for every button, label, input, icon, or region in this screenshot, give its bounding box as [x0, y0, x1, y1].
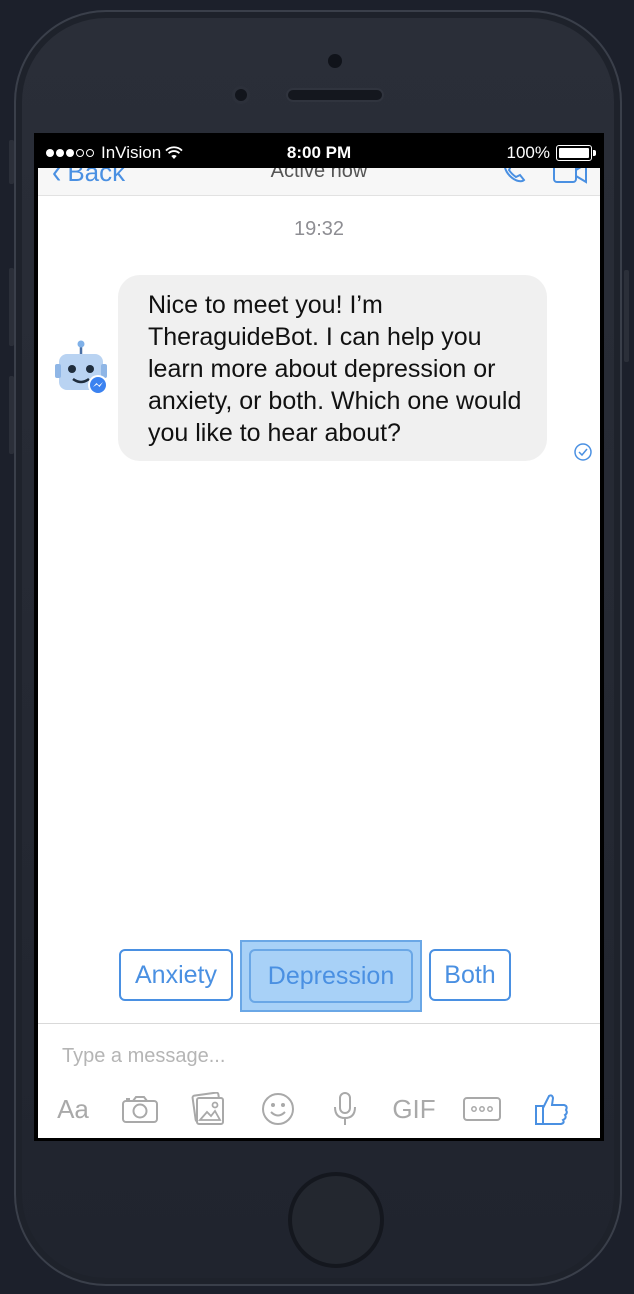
video-call-icon[interactable] [552, 168, 588, 186]
message-composer: Aa [38, 1023, 600, 1138]
power-button [624, 270, 629, 362]
thumbs-up-icon [535, 1094, 568, 1125]
gallery-icon [191, 1092, 224, 1125]
quick-reply-anxiety-label: Anxiety [135, 960, 217, 989]
bot-avatar-icon [55, 340, 108, 395]
message-input[interactable] [62, 1038, 562, 1074]
camera-icon [122, 1096, 158, 1123]
battery-icon [556, 145, 596, 161]
composer-toolbar: Aa GIF [38, 1086, 600, 1132]
gif-label: GIF [392, 1093, 436, 1124]
volume-up-button [9, 268, 14, 346]
quick-reply-depression-label: Depression [267, 961, 395, 990]
quick-reply-both-label: Both [444, 960, 496, 989]
more-icon [463, 1097, 501, 1121]
emoji-button[interactable] [258, 1086, 298, 1132]
home-button[interactable] [288, 1172, 384, 1268]
status-bar: InVision 8:00 PM 100% [34, 133, 604, 170]
aa-label: Aa [57, 1093, 89, 1124]
quick-reply-both[interactable]: Both [429, 949, 511, 1001]
bot-message-bubble: Nice to meet you! I’m TheraguideBot. I c… [118, 275, 547, 461]
phone-screen: InVision 8:00 PM 100% ‹ Back Active now [34, 133, 604, 1141]
voice-button[interactable] [328, 1086, 362, 1132]
more-button[interactable] [461, 1086, 503, 1132]
gallery-button[interactable] [188, 1086, 228, 1132]
quick-reply-depression[interactable]: Depression [249, 949, 413, 1003]
messenger-chat: ‹ Back Active now 19:32 Nice to meet you… [38, 168, 600, 1138]
microphone-icon [334, 1092, 356, 1125]
like-button[interactable] [532, 1086, 572, 1132]
quick-replies: Anxiety Depression Both [38, 940, 600, 1012]
earpiece-speaker [286, 88, 384, 102]
volume-down-button [9, 376, 14, 454]
bot-message-text: Nice to meet you! I’m TheraguideBot. I c… [148, 291, 522, 447]
gif-button[interactable]: GIF [388, 1086, 440, 1132]
quick-reply-depression-highlight: Depression [240, 940, 422, 1012]
read-check-icon [574, 443, 592, 461]
front-camera [232, 86, 250, 104]
mute-switch [9, 140, 14, 184]
battery-percent: 100% [506, 143, 550, 162]
camera-button[interactable] [120, 1086, 160, 1132]
phone-call-icon[interactable] [500, 168, 528, 186]
quick-reply-anxiety[interactable]: Anxiety [119, 949, 233, 1001]
proximity-sensor [328, 54, 342, 68]
message-timestamp: 19:32 [293, 218, 345, 240]
smiley-icon [262, 1093, 294, 1125]
chat-navbar: ‹ Back Active now [38, 168, 600, 196]
text-style-button[interactable]: Aa [52, 1086, 94, 1132]
